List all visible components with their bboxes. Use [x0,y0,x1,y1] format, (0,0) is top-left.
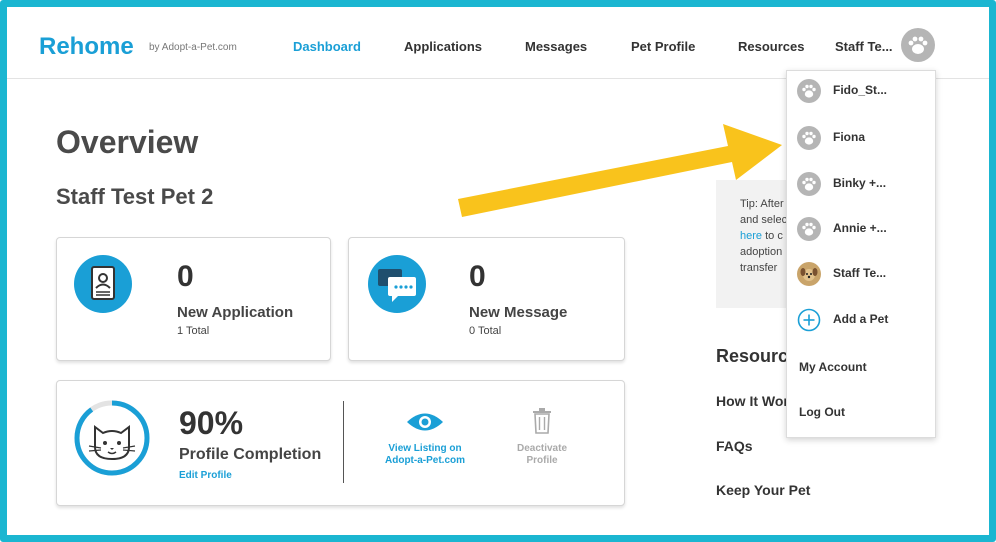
log-out-link[interactable]: Log Out [799,405,845,419]
message-count: 0 [469,260,486,293]
pet-avatar [797,126,821,150]
nav-link-dashboard[interactable]: Dashboard [293,39,361,54]
tip-line-3-suffix: to c [762,230,783,242]
my-account-link[interactable]: My Account [799,360,867,374]
applications-card[interactable]: 0 New Application 1 Total [56,237,331,361]
pet-avatar [797,217,821,241]
pet-switcher-dropdown: Fido_St... Fiona Binky +... Annie +... S… [786,70,936,438]
top-nav: Rehome by Adopt-a-Pet.com Dashboard Appl… [7,7,989,79]
nav-link-applications[interactable]: Applications [404,39,482,54]
profile-completion-card: 90% Profile Completion Edit Profile View… [56,380,625,506]
message-total: 0 Total [469,325,502,337]
deactivate-line2: Profile [526,455,558,466]
application-icon [74,255,132,313]
user-avatar[interactable] [901,28,935,62]
dropdown-pet-item[interactable]: Fido_St... [787,73,935,109]
profile-progress-ring [74,400,150,476]
messages-card[interactable]: 0 New Message 0 Total [348,237,625,361]
nav-link-resources[interactable]: Resources [738,39,804,54]
application-count: 0 [177,260,194,293]
eye-icon[interactable] [405,409,445,435]
dog-icon [800,268,818,281]
dropdown-pet-name: Staff Te... [833,266,887,280]
dropdown-pet-item[interactable]: Binky +... [787,166,935,202]
dropdown-pet-item[interactable]: Staff Te... [787,256,935,292]
pet-name-heading: Staff Test Pet 2 [56,184,214,209]
user-menu-name[interactable]: Staff Te... [835,39,893,54]
dropdown-pet-name: Fido_St... [833,83,887,97]
dropdown-pet-name: Binky +... [833,176,887,190]
add-pet-item[interactable]: Add a Pet [787,302,935,338]
logo-byline: by Adopt-a-Pet.com [149,42,237,53]
nav-link-pet-profile[interactable]: Pet Profile [631,39,695,54]
message-label: New Message [469,304,568,321]
card-divider [343,401,344,483]
tip-here-link[interactable]: here [740,230,762,242]
resource-keep-your-pet[interactable]: Keep Your Pet [716,482,810,498]
plus-circle-icon [797,308,821,332]
profile-completion-label: Profile Completion [179,446,322,463]
profile-percent: 90% [179,405,244,441]
paw-icon [908,36,928,54]
edit-profile-link[interactable]: Edit Profile [179,470,232,481]
paw-icon [802,84,816,98]
application-label: New Application [177,304,294,321]
dropdown-pet-item[interactable]: Fiona [787,120,935,156]
view-listing-link[interactable]: View Listing on Adopt-a-Pet.com [375,443,475,467]
pet-avatar [797,79,821,103]
pet-avatar [797,172,821,196]
rehome-logo[interactable]: Rehome [39,33,134,61]
resources-heading: Resources [716,346,786,366]
application-total: 1 Total [177,325,210,337]
paw-icon [802,177,816,191]
page-title: Overview [56,124,199,160]
paw-icon [802,222,816,236]
message-icon [368,255,426,313]
cat-icon [88,425,136,461]
dropdown-pet-name: Fiona [833,130,865,144]
view-listing-line2: Adopt-a-Pet.com [385,455,465,466]
paw-icon [802,131,816,145]
dropdown-pet-item[interactable]: Annie +... [787,211,935,247]
resource-faqs[interactable]: FAQs [716,438,753,454]
nav-link-messages[interactable]: Messages [525,39,587,54]
add-pet-label: Add a Pet [833,312,889,326]
dog-avatar [797,262,821,286]
trash-icon[interactable] [530,407,554,435]
dropdown-pet-name: Annie +... [833,221,887,235]
deactivate-line1: Deactivate [516,443,568,454]
view-listing-line1: View Listing on [388,443,462,454]
deactivate-profile-link[interactable]: Deactivate Profile [497,443,587,467]
